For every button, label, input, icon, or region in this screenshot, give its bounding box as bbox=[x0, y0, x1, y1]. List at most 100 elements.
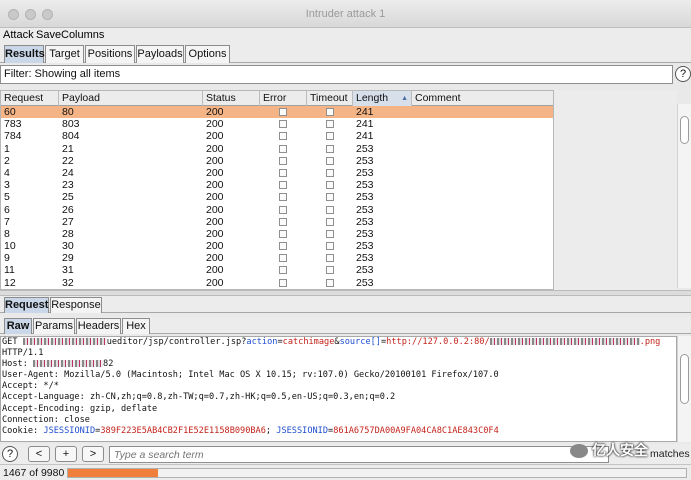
tab-raw[interactable]: Raw bbox=[4, 318, 32, 334]
cell-length: 241 bbox=[356, 130, 374, 143]
cookie-separator: ; bbox=[265, 425, 277, 436]
cell-status: 200 bbox=[206, 191, 224, 204]
tab-response[interactable]: Response bbox=[50, 297, 102, 313]
column-header-request[interactable]: Request bbox=[1, 91, 59, 106]
tab-results[interactable]: Results bbox=[4, 45, 45, 63]
table-row[interactable]: 10 30 200 253 bbox=[1, 240, 553, 253]
timeout-checkbox bbox=[326, 242, 334, 251]
column-header-timeout[interactable]: Timeout bbox=[307, 91, 353, 106]
menu-columns[interactable]: Columns bbox=[61, 28, 104, 42]
table-row[interactable]: 11 31 200 253 bbox=[1, 264, 553, 277]
cell-request: 11 bbox=[4, 264, 15, 277]
cell-request: 3 bbox=[4, 179, 10, 192]
request-method: GET bbox=[2, 337, 23, 347]
tab-params[interactable]: Params bbox=[33, 318, 75, 334]
cell-request: 9 bbox=[4, 252, 10, 265]
search-help-icon[interactable]: ? bbox=[2, 446, 18, 462]
cell-request: 784 bbox=[4, 130, 22, 143]
error-checkbox bbox=[279, 120, 287, 129]
cell-length: 253 bbox=[356, 264, 374, 277]
cell-payload: 22 bbox=[62, 154, 74, 167]
param-action-name: action bbox=[246, 337, 278, 347]
column-header-comment[interactable]: Comment bbox=[412, 91, 553, 106]
tab-target[interactable]: Target bbox=[45, 45, 84, 63]
cell-length: 253 bbox=[356, 240, 374, 253]
cell-payload: 23 bbox=[62, 179, 74, 192]
request-scroll-thumb[interactable] bbox=[680, 354, 689, 404]
cell-status: 200 bbox=[206, 215, 224, 228]
search-previous-button[interactable]: < bbox=[28, 446, 50, 462]
cell-length: 253 bbox=[356, 227, 374, 240]
filter-help-icon[interactable]: ? bbox=[675, 66, 691, 82]
cell-payload: 24 bbox=[62, 166, 74, 179]
column-header-status[interactable]: Status bbox=[203, 91, 260, 106]
cell-status: 200 bbox=[206, 106, 224, 118]
timeout-checkbox bbox=[326, 120, 334, 129]
error-checkbox bbox=[279, 278, 287, 287]
table-row[interactable]: 8 28 200 253 bbox=[1, 227, 553, 240]
tab-positions[interactable]: Positions bbox=[85, 45, 135, 63]
attack-progress-fill bbox=[68, 469, 159, 477]
cell-length: 253 bbox=[356, 203, 374, 216]
sort-ascending-icon: ▲ bbox=[401, 95, 408, 102]
column-header-length[interactable]: Length ▲ bbox=[353, 91, 412, 106]
table-row[interactable]: 783 803 200 241 bbox=[1, 118, 553, 131]
error-checkbox bbox=[279, 229, 287, 238]
redacted-host bbox=[33, 360, 104, 368]
menu-attack[interactable]: Attack bbox=[3, 28, 34, 42]
cell-payload: 26 bbox=[62, 203, 74, 216]
search-next-button[interactable]: > bbox=[82, 446, 104, 462]
cookie-header: Cookie: JSESSIONID=389F223E5AB4CB2F1E52E… bbox=[1, 426, 676, 437]
cell-payload: 31 bbox=[62, 264, 74, 277]
timeout-checkbox bbox=[326, 156, 334, 165]
cell-length: 241 bbox=[356, 106, 374, 118]
tab-hex[interactable]: Hex bbox=[122, 318, 150, 334]
cell-length: 253 bbox=[356, 154, 374, 167]
raw-request-editor[interactable]: GET ueditor/jsp/controller.jsp?action=ca… bbox=[0, 336, 677, 442]
request-vertical-scrollbar[interactable] bbox=[677, 336, 691, 442]
user-agent-header: User-Agent: Mozilla/5.0 (Macintosh; Inte… bbox=[2, 370, 499, 381]
table-row[interactable]: 6 26 200 253 bbox=[1, 203, 553, 216]
request-progress-count: 1467 of 9980 bbox=[3, 467, 65, 479]
table-scroll-thumb[interactable] bbox=[680, 116, 689, 144]
table-row[interactable]: 12 32 200 253 bbox=[1, 277, 553, 289]
tab-payloads[interactable]: Payloads bbox=[136, 45, 184, 63]
cell-length: 253 bbox=[356, 179, 374, 192]
table-row[interactable]: 60 80 200 241 bbox=[1, 106, 553, 119]
search-add-button[interactable]: + bbox=[55, 446, 77, 462]
param-source-name: source[] bbox=[339, 337, 381, 347]
table-row[interactable]: 2 22 200 253 bbox=[1, 154, 553, 167]
table-row[interactable]: 7 27 200 253 bbox=[1, 215, 553, 228]
cell-request: 783 bbox=[4, 118, 22, 131]
column-header-error[interactable]: Error bbox=[260, 91, 307, 106]
table-row[interactable]: 5 25 200 253 bbox=[1, 191, 553, 204]
column-header-payload[interactable]: Payload bbox=[59, 91, 203, 106]
table-row[interactable]: 9 29 200 253 bbox=[1, 252, 553, 265]
cookie-2-value: 861A6757DA00A9FA04CA8C1AE843C0F4 bbox=[333, 425, 499, 436]
cell-request: 10 bbox=[4, 240, 16, 253]
cell-status: 200 bbox=[206, 130, 224, 143]
cell-payload: 30 bbox=[62, 240, 74, 253]
cell-payload: 27 bbox=[62, 215, 74, 228]
cell-status: 200 bbox=[206, 240, 224, 253]
table-row[interactable]: 3 23 200 253 bbox=[1, 179, 553, 192]
table-vertical-scrollbar[interactable] bbox=[677, 104, 691, 288]
table-row[interactable]: 784 804 200 241 bbox=[1, 130, 553, 143]
cell-payload: 28 bbox=[62, 227, 74, 240]
results-table: Request Payload Status Error Timeout Len… bbox=[0, 90, 554, 290]
tab-headers[interactable]: Headers bbox=[76, 318, 121, 334]
table-row[interactable]: 1 21 200 253 bbox=[1, 143, 553, 155]
cell-payload: 803 bbox=[62, 118, 80, 131]
menu-save[interactable]: Save bbox=[36, 28, 61, 42]
accept-language-header: Accept-Language: zh-CN,zh;q=0.8,zh-TW;q=… bbox=[2, 392, 396, 403]
results-filter-bar[interactable]: Filter: Showing all items bbox=[0, 65, 673, 84]
cell-status: 200 bbox=[206, 203, 224, 216]
message-tabs: Request Response bbox=[0, 296, 691, 313]
cell-status: 200 bbox=[206, 179, 224, 192]
table-row[interactable]: 4 24 200 253 bbox=[1, 166, 553, 179]
table-empty-area bbox=[554, 90, 677, 290]
search-input[interactable] bbox=[109, 446, 609, 463]
tab-options[interactable]: Options bbox=[185, 45, 230, 63]
tab-request[interactable]: Request bbox=[4, 297, 49, 313]
cookie-2-name: JSESSIONID bbox=[276, 425, 329, 436]
